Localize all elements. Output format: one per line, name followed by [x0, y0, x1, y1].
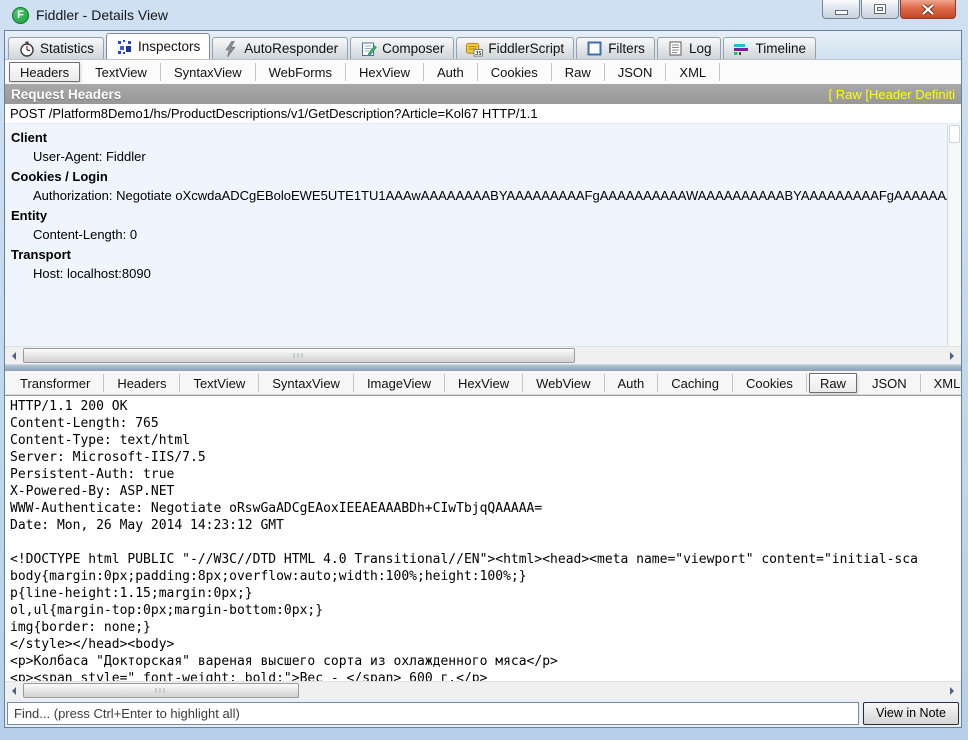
tab-label: Composer — [382, 41, 444, 56]
header-section-name[interactable]: Client — [5, 127, 947, 147]
find-input[interactable] — [7, 702, 859, 725]
compose-icon — [360, 41, 377, 57]
request-headers-tree: ClientUser-Agent: FiddlerCookies / Login… — [5, 124, 947, 346]
client-area: Statistics Inspectors AutoResponder Compose… — [4, 30, 962, 728]
scrollbar-thumb[interactable] — [23, 683, 299, 698]
script-icon: JS — [466, 41, 483, 57]
request-tab-json[interactable]: JSON — [605, 63, 667, 81]
request-tab-auth[interactable]: Auth — [424, 63, 478, 81]
request-inspector-tabs: HeadersTextViewSyntaxViewWebFormsHexView… — [5, 60, 961, 84]
scroll-right-button[interactable] — [943, 682, 961, 699]
response-tab-hexview[interactable]: HexView — [445, 374, 523, 392]
response-horizontal-scrollbar[interactable] — [5, 681, 961, 699]
request-tab-textview[interactable]: TextView — [82, 63, 161, 81]
scroll-left-button[interactable] — [5, 682, 23, 699]
tab-timeline[interactable]: Timeline — [723, 37, 816, 59]
response-tab-syntaxview[interactable]: SyntaxView — [259, 374, 354, 392]
tab-filters[interactable]: Filters — [576, 37, 655, 59]
scroll-right-button[interactable] — [943, 347, 961, 364]
main-tab-bar: Statistics Inspectors AutoResponder Compose… — [5, 31, 961, 60]
header-item[interactable]: Host: localhost:8090 — [5, 264, 947, 283]
request-line[interactable]: POST /Platform8Demo1/hs/ProductDescripti… — [5, 104, 961, 124]
scroll-up-button[interactable] — [949, 125, 960, 143]
request-tab-cookies[interactable]: Cookies — [478, 63, 552, 81]
scroll-left-button[interactable] — [5, 347, 23, 364]
tab-autoresponder[interactable]: AutoResponder — [212, 37, 348, 59]
scroll-left-icon — [12, 352, 16, 360]
header-section-name[interactable]: Entity — [5, 205, 947, 225]
tab-statistics[interactable]: Statistics — [8, 37, 104, 59]
timeline-icon — [733, 41, 750, 57]
response-inspector-tabs: TransformerHeadersTextViewSyntaxViewImag… — [5, 371, 961, 395]
tab-label: Inspectors — [138, 39, 200, 54]
request-vertical-scrollbar[interactable] — [947, 124, 961, 346]
tab-inspectors[interactable]: Inspectors — [106, 33, 210, 59]
tab-label: FiddlerScript — [488, 41, 564, 56]
response-tab-auth[interactable]: Auth — [605, 374, 659, 392]
response-tab-imageview[interactable]: ImageView — [354, 374, 445, 392]
request-tab-raw[interactable]: Raw — [552, 63, 605, 81]
request-tab-hexview[interactable]: HexView — [346, 63, 424, 81]
tab-log[interactable]: Log — [657, 37, 722, 59]
response-tab-textview[interactable]: TextView — [180, 374, 259, 392]
header-item[interactable]: User-Agent: Fiddler — [5, 147, 947, 166]
response-tab-xml[interactable]: XML — [921, 374, 962, 392]
fiddler-window: F Fiddler - Details View Statistics Inspe… — [0, 0, 968, 740]
request-headers-titlebar: Request Headers [ Raw [Header Definiti — [5, 84, 961, 104]
request-headers-title: Request Headers — [11, 87, 829, 102]
checkbox-icon — [586, 41, 603, 57]
response-tab-headers[interactable]: Headers — [104, 374, 180, 392]
view-in-notepad-button[interactable]: View in Note — [863, 702, 959, 725]
scrollbar-track[interactable] — [23, 682, 943, 699]
title-bar[interactable]: F Fiddler - Details View — [4, 0, 962, 30]
lightning-icon — [222, 41, 239, 57]
window-controls — [821, 0, 956, 19]
request-tab-webforms[interactable]: WebForms — [256, 63, 346, 81]
inspect-pixels-icon — [116, 39, 133, 55]
header-section-name[interactable]: Cookies / Login — [5, 166, 947, 186]
maximize-button[interactable] — [861, 0, 899, 19]
request-tab-xml[interactable]: XML — [666, 63, 720, 81]
tab-label: AutoResponder — [244, 41, 338, 56]
response-tab-json[interactable]: JSON — [859, 374, 921, 392]
scroll-right-icon — [950, 352, 954, 360]
response-tab-cookies[interactable]: Cookies — [733, 374, 807, 392]
scroll-right-icon — [950, 687, 954, 695]
response-raw-text[interactable]: HTTP/1.1 200 OK Content-Length: 765 Cont… — [5, 395, 961, 681]
tab-label: Statistics — [40, 41, 94, 56]
stopwatch-icon — [18, 41, 35, 57]
request-tab-syntaxview[interactable]: SyntaxView — [161, 63, 256, 81]
tab-fiddlerscript[interactable]: JS FiddlerScript — [456, 37, 574, 59]
scroll-left-icon — [12, 687, 16, 695]
header-section-name[interactable]: Transport — [5, 244, 947, 264]
request-horizontal-scrollbar[interactable] — [5, 346, 961, 364]
request-tab-headers[interactable]: Headers — [9, 62, 80, 82]
request-headers-tree-wrap: ClientUser-Agent: FiddlerCookies / Login… — [5, 124, 961, 346]
response-tab-transformer[interactable]: Transformer — [7, 374, 104, 392]
window-title: Fiddler - Details View — [36, 7, 168, 23]
scrollbar-thumb[interactable] — [23, 348, 575, 363]
close-icon — [921, 4, 935, 15]
svg-text:JS: JS — [475, 50, 482, 56]
find-bar: View in Note — [5, 699, 961, 727]
response-tab-webview[interactable]: WebView — [523, 374, 604, 392]
header-item[interactable]: Content-Length: 0 — [5, 225, 947, 244]
raw-header-definitions-links[interactable]: [ Raw [Header Definiti — [829, 87, 955, 102]
minimize-button[interactable] — [822, 0, 860, 19]
close-button[interactable] — [900, 0, 956, 19]
header-item[interactable]: Authorization: Negotiate oXcwdaADCgEBolo… — [5, 186, 947, 205]
tab-label: Log — [689, 41, 712, 56]
tab-composer[interactable]: Composer — [350, 37, 454, 59]
response-tab-caching[interactable]: Caching — [658, 374, 733, 392]
minimize-icon — [836, 11, 847, 14]
maximize-icon — [875, 5, 885, 13]
response-tab-raw[interactable]: Raw — [809, 373, 857, 393]
fiddler-logo-icon: F — [12, 7, 29, 24]
log-icon — [667, 41, 684, 57]
tab-label: Filters — [608, 41, 645, 56]
scrollbar-track[interactable] — [23, 347, 943, 364]
tab-label: Timeline — [755, 41, 806, 56]
panel-splitter[interactable] — [5, 364, 961, 371]
